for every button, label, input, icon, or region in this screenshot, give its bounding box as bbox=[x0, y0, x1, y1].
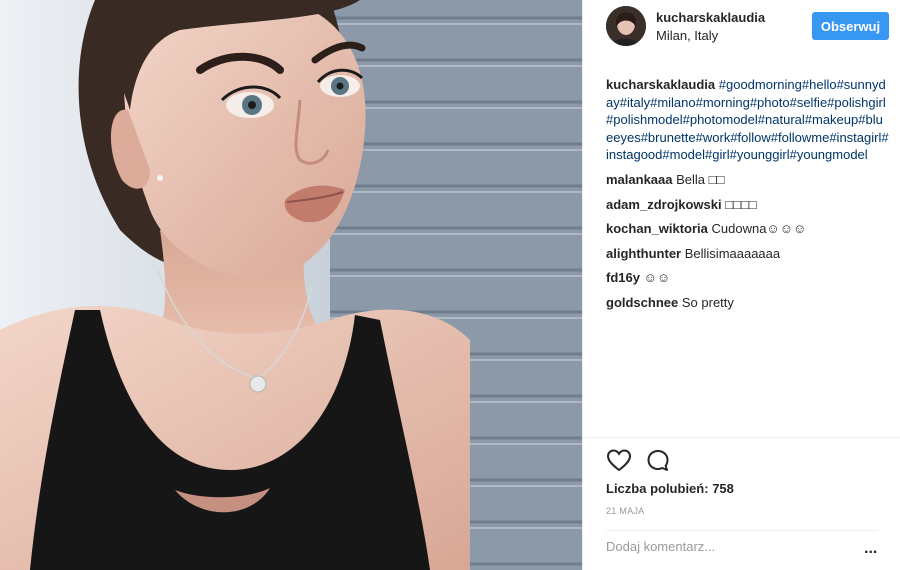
post-caption: kucharskaklaudia #goodmorning#hello#sunn… bbox=[606, 76, 890, 164]
speech-bubble-icon[interactable] bbox=[645, 448, 671, 474]
comment-item: goldschnee So pretty bbox=[606, 294, 890, 312]
hashtag-link[interactable]: #photomodel bbox=[683, 112, 758, 127]
instagram-post: kucharskaklaudia Milan, Italy Obserwuj k… bbox=[0, 0, 900, 570]
hashtag-link[interactable]: #brunette bbox=[641, 130, 696, 145]
comment-text: ☺☺ bbox=[643, 270, 671, 286]
hashtag-link[interactable]: #younggirl bbox=[730, 147, 790, 162]
add-comment-bar: ... bbox=[606, 530, 878, 570]
follow-button[interactable]: Obserwuj bbox=[812, 12, 889, 40]
hashtag-link[interactable]: #photo bbox=[750, 95, 790, 110]
hashtag-link[interactable]: #morning bbox=[696, 95, 750, 110]
comment-item: adam_zdrojkowski □□□□ bbox=[606, 196, 890, 214]
comment-username[interactable]: kochan_wiktoria bbox=[606, 221, 708, 236]
heart-icon[interactable] bbox=[606, 448, 632, 474]
hashtag-link[interactable]: #hello bbox=[802, 77, 837, 92]
comment-item: fd16y ☺☺ bbox=[606, 269, 890, 287]
hashtag-link[interactable]: #natural bbox=[758, 112, 805, 127]
post-photo[interactable] bbox=[0, 0, 582, 570]
comment-input[interactable] bbox=[606, 539, 836, 554]
post-header: kucharskaklaudia Milan, Italy Obserwuj bbox=[583, 0, 900, 58]
avatar-image bbox=[606, 6, 646, 46]
hashtag-link[interactable]: #model bbox=[662, 147, 705, 162]
comment-username[interactable]: malankaaa bbox=[606, 172, 673, 187]
likes-count[interactable]: Liczba polubień: 758 bbox=[606, 481, 734, 496]
comment-item: malankaaa Bella □□ bbox=[606, 171, 890, 189]
hashtag-link[interactable]: #milano bbox=[650, 95, 696, 110]
comment-item: alighthunter Bellisimaaaaaaa bbox=[606, 245, 890, 263]
avatar[interactable] bbox=[606, 6, 646, 46]
hashtag-link[interactable]: #italy bbox=[620, 95, 650, 110]
comment-username[interactable]: goldschnee bbox=[606, 295, 678, 310]
likes-label: Liczba polubień: bbox=[606, 481, 709, 496]
hashtag-link[interactable]: #instagirl bbox=[829, 130, 881, 145]
comment-text: □□□□ bbox=[725, 196, 757, 212]
hashtag-link[interactable]: #makeup bbox=[805, 112, 858, 127]
hashtag-link[interactable]: #youngmodel bbox=[790, 147, 868, 162]
hashtag-link[interactable]: #girl bbox=[705, 147, 730, 162]
hashtag-link[interactable]: #selfie bbox=[790, 95, 828, 110]
photo-illustration bbox=[0, 0, 582, 570]
comment-username[interactable]: fd16y bbox=[606, 270, 640, 285]
post-details-panel: kucharskaklaudia Milan, Italy Obserwuj k… bbox=[582, 0, 900, 570]
comment-item: kochan_wiktoria Cudowna☺☺☺ bbox=[606, 220, 890, 238]
ellipsis-icon[interactable]: ... bbox=[864, 540, 877, 558]
hashtag-link[interactable]: #work bbox=[696, 130, 731, 145]
caption-username[interactable]: kucharskaklaudia bbox=[606, 77, 715, 92]
comments-list: kucharskaklaudia #goodmorning#hello#sunn… bbox=[606, 76, 890, 319]
comment-username[interactable]: alighthunter bbox=[606, 246, 681, 261]
comment-text: Bellisimaaaaaaa bbox=[684, 245, 781, 261]
comment-text: So pretty bbox=[681, 294, 734, 310]
post-actions: Liczba polubień: 758 21 MAJA bbox=[583, 437, 900, 516]
post-date[interactable]: 21 MAJA bbox=[606, 506, 645, 516]
comment-username[interactable]: adam_zdrojkowski bbox=[606, 197, 722, 212]
likes-number: 758 bbox=[712, 481, 734, 496]
comment-thread: malankaaa Bella □□ adam_zdrojkowski □□□□ k… bbox=[606, 171, 890, 312]
hashtag-link[interactable]: #polishmodel bbox=[606, 112, 683, 127]
hashtag-link[interactable]: #polishgirl bbox=[827, 95, 886, 110]
comment-text: Cudowna☺☺☺ bbox=[711, 221, 807, 237]
header-username[interactable]: kucharskaklaudia bbox=[656, 10, 765, 25]
hashtag-link[interactable]: #followme bbox=[771, 130, 830, 145]
hashtag-link[interactable]: #follow bbox=[730, 130, 770, 145]
comment-text: Bella □□ bbox=[676, 171, 725, 187]
hashtag-link[interactable]: #goodmorning bbox=[719, 77, 802, 92]
header-location[interactable]: Milan, Italy bbox=[656, 28, 718, 43]
